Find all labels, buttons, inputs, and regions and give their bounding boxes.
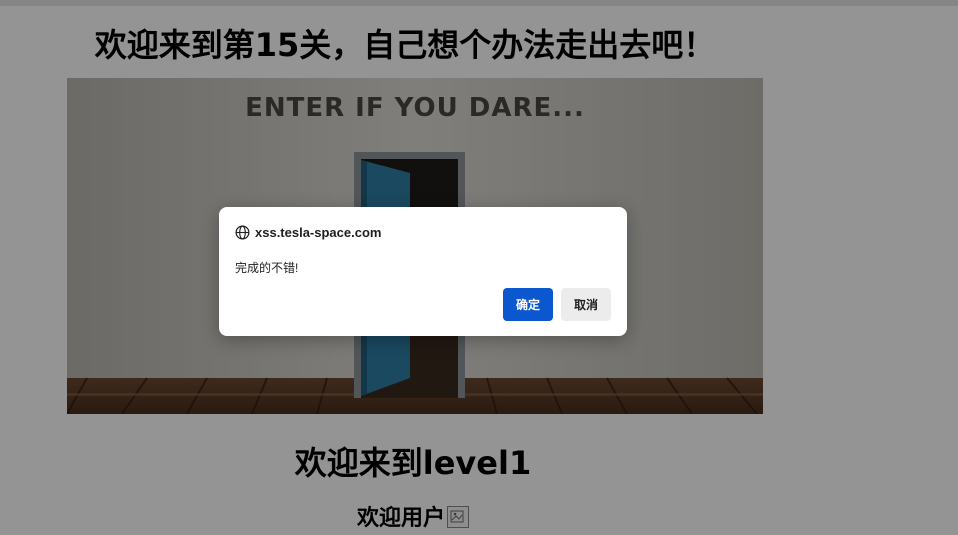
alert-dialog: xss.tesla-space.com 完成的不错! 确定 取消 <box>219 207 627 336</box>
cancel-button[interactable]: 取消 <box>561 288 611 321</box>
dialog-origin: xss.tesla-space.com <box>235 223 381 241</box>
browser-page: 欢迎来到第15关，自己想个办法走出去吧！ ENTER IF YOU DARE..… <box>0 0 958 535</box>
ok-button[interactable]: 确定 <box>503 288 553 321</box>
globe-icon <box>235 225 250 240</box>
dialog-message: 完成的不错! <box>235 261 299 275</box>
dialog-origin-text: xss.tesla-space.com <box>255 224 382 240</box>
